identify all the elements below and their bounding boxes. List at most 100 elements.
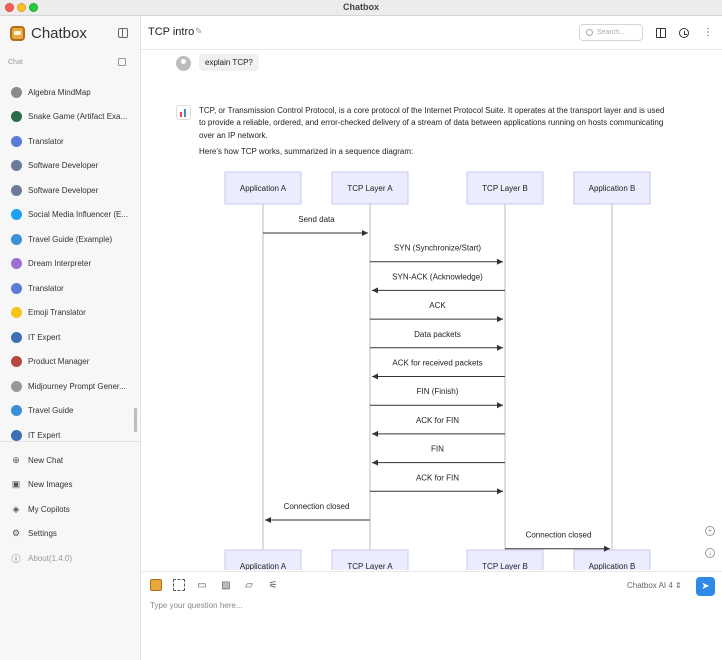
search-placeholder: Search... [597, 29, 626, 36]
chat-avatar-icon [11, 429, 22, 441]
chat-avatar-icon [11, 86, 22, 98]
new-images-button[interactable]: ▣ New Images [0, 473, 141, 498]
chat-list-item[interactable]: Software Developer [0, 154, 141, 179]
message-label: FIN (Finish) [417, 387, 459, 396]
participant-label: Application A [240, 184, 287, 193]
chat-avatar-icon [11, 282, 22, 294]
chat-list-item-label: Product Manager [28, 357, 90, 367]
sidebar-divider [0, 441, 141, 442]
brand-name: Chatbox [31, 24, 87, 42]
chat-list-item[interactable]: Travel Guide [0, 399, 141, 424]
message-label: ACK for FIN [416, 473, 459, 482]
user-message: explain TCP? [199, 54, 259, 71]
message-label: ACK for FIN [416, 416, 459, 425]
layout-toggle-icon[interactable] [656, 28, 666, 38]
message-label: SYN (Synchronize/Start) [394, 244, 481, 253]
chat-avatar-icon [11, 184, 22, 196]
about-icon: ⓘ [11, 553, 21, 564]
user-avatar [176, 56, 191, 71]
chat-list-item-label: Travel Guide (Example) [28, 234, 113, 244]
model-selector[interactable]: Chatbox AI 4 ⇕ [627, 581, 682, 590]
chat-avatar-icon [11, 209, 22, 221]
menu-item-label: Settings [28, 529, 57, 539]
sliders-icon[interactable]: ⚟ [267, 579, 279, 591]
chat-list-item[interactable]: IT Expert [0, 325, 141, 350]
settings-icon: ⚙ [11, 528, 21, 539]
message-input[interactable]: Type your question here... [150, 601, 243, 610]
chat-avatar-icon [11, 307, 22, 319]
chat-list: Algebra MindMap Snake Game (Artifact Exa.… [0, 80, 141, 448]
chat-list-item[interactable]: Emoji Translator [0, 301, 141, 326]
message-label: ACK for received packets [392, 359, 482, 368]
message-label: Data packets [414, 330, 461, 339]
chat-list-item-label: IT Expert [28, 332, 61, 342]
search-input[interactable]: Search... [579, 24, 643, 41]
settings-button[interactable]: ⚙ Settings [0, 522, 141, 547]
chat-avatar-icon [11, 111, 22, 123]
chat-list-item[interactable]: Snake Game (Artifact Exa... [0, 105, 141, 130]
sidebar: Chatbox Chat Algebra MindMap Snake Game (… [0, 16, 141, 660]
participant-label: TCP Layer A [347, 184, 393, 193]
app-window: Chatbox Chatbox Chat Algebra MindMap Snak… [0, 0, 722, 660]
my-copilots-icon: ◈ [12, 503, 20, 514]
chat-list-item[interactable]: Midjourney Prompt Gener... [0, 374, 141, 399]
chat-list-item-label: Snake Game (Artifact Exa... [28, 112, 128, 122]
about-button[interactable]: ⓘ About(1.4.0) [0, 546, 141, 571]
menu-item-label: About(1.4.0) [28, 553, 73, 563]
chat-list-item[interactable]: Algebra MindMap [0, 80, 141, 105]
message-label: Connection closed [526, 531, 592, 540]
chat-list-item[interactable]: Travel Guide (Example) [0, 227, 141, 252]
assistant-paragraph: Here's how TCP works, summarized in a se… [199, 146, 414, 156]
history-icon[interactable] [679, 28, 689, 38]
message-label: SYN-ACK (Acknowledge) [392, 272, 483, 281]
chat-avatar-icon [11, 405, 22, 417]
chat-list-item[interactable]: Translator [0, 276, 141, 301]
menu-item-label: New Images [28, 480, 73, 490]
folder-icon[interactable]: ▱ [243, 579, 255, 591]
chat-list-item-label: Translator [28, 283, 64, 293]
menu-item-label: New Chat [28, 455, 64, 465]
chat-title[interactable]: TCP intro [148, 26, 194, 38]
message-label: FIN [431, 445, 444, 454]
scroll-up-button[interactable]: + [705, 526, 715, 536]
chat-avatar-icon [11, 331, 22, 343]
archive-icon[interactable] [118, 58, 126, 66]
chat-list-item-label: Midjourney Prompt Gener... [28, 381, 126, 391]
chat-list-item[interactable]: Social Media Influencer (E... [0, 203, 141, 228]
chat-list-item[interactable]: Dream Interpreter [0, 252, 141, 277]
chat-avatar-icon [11, 233, 22, 245]
more-options-icon[interactable]: ⋮ [703, 28, 713, 38]
new-images-icon: ▣ [11, 479, 21, 490]
title-bar: Chatbox [0, 0, 722, 16]
assistant-avatar [176, 105, 191, 120]
sidebar-scrollbar[interactable] [134, 408, 137, 432]
sidebar-menu: ⊕ New Chat ▣ New Images ◈ My Copilots ⚙ Setting… [0, 448, 141, 571]
sidebar-toggle-icon[interactable] [118, 28, 128, 38]
chat-bubble-icon[interactable]: ▭ [196, 579, 208, 591]
chat-list-item-label: Emoji Translator [28, 308, 86, 318]
chat-header: TCP intro ✎ Search... ⋮ [141, 16, 722, 50]
scroll-down-button[interactable]: ↓ [705, 548, 715, 558]
chat-avatar-icon [11, 356, 22, 368]
chat-list-item-label: Algebra MindMap [28, 87, 91, 97]
chat-section-label: Chat [8, 59, 23, 66]
chat-list-item-label: Software Developer [28, 161, 99, 171]
chat-list-item[interactable]: Software Developer [0, 178, 141, 203]
sequence-diagram: Application A Application A TCP Layer A TCP… [224, 171, 651, 570]
chat-list-item[interactable]: IT Expert [0, 423, 141, 448]
my-copilots-button[interactable]: ◈ My Copilots [0, 497, 141, 522]
chat-list-item[interactable]: Product Manager [0, 350, 141, 375]
copilot-icon[interactable] [150, 579, 162, 591]
edit-title-icon[interactable]: ✎ [195, 26, 203, 37]
chat-list-item-label: Social Media Influencer (E... [28, 210, 129, 220]
new-chat-button[interactable]: ⊕ New Chat [0, 448, 141, 473]
participant-label: TCP Layer A [347, 562, 393, 570]
chat-avatar-icon [11, 135, 22, 147]
assistant-message: TCP, or Transmission Control Protocol, i… [199, 105, 667, 162]
image-icon[interactable]: ▨ [220, 579, 232, 591]
input-area: ▭ ▨ ▱ ⚟ Chatbox AI 4 ⇕ ➤ Type your quest… [141, 571, 722, 660]
send-button[interactable]: ➤ [696, 577, 715, 596]
chat-list-item[interactable]: Translator [0, 129, 141, 154]
select-icon[interactable] [173, 579, 185, 591]
message-list: explain TCP? TCP, or Transmission Contro… [141, 50, 722, 570]
